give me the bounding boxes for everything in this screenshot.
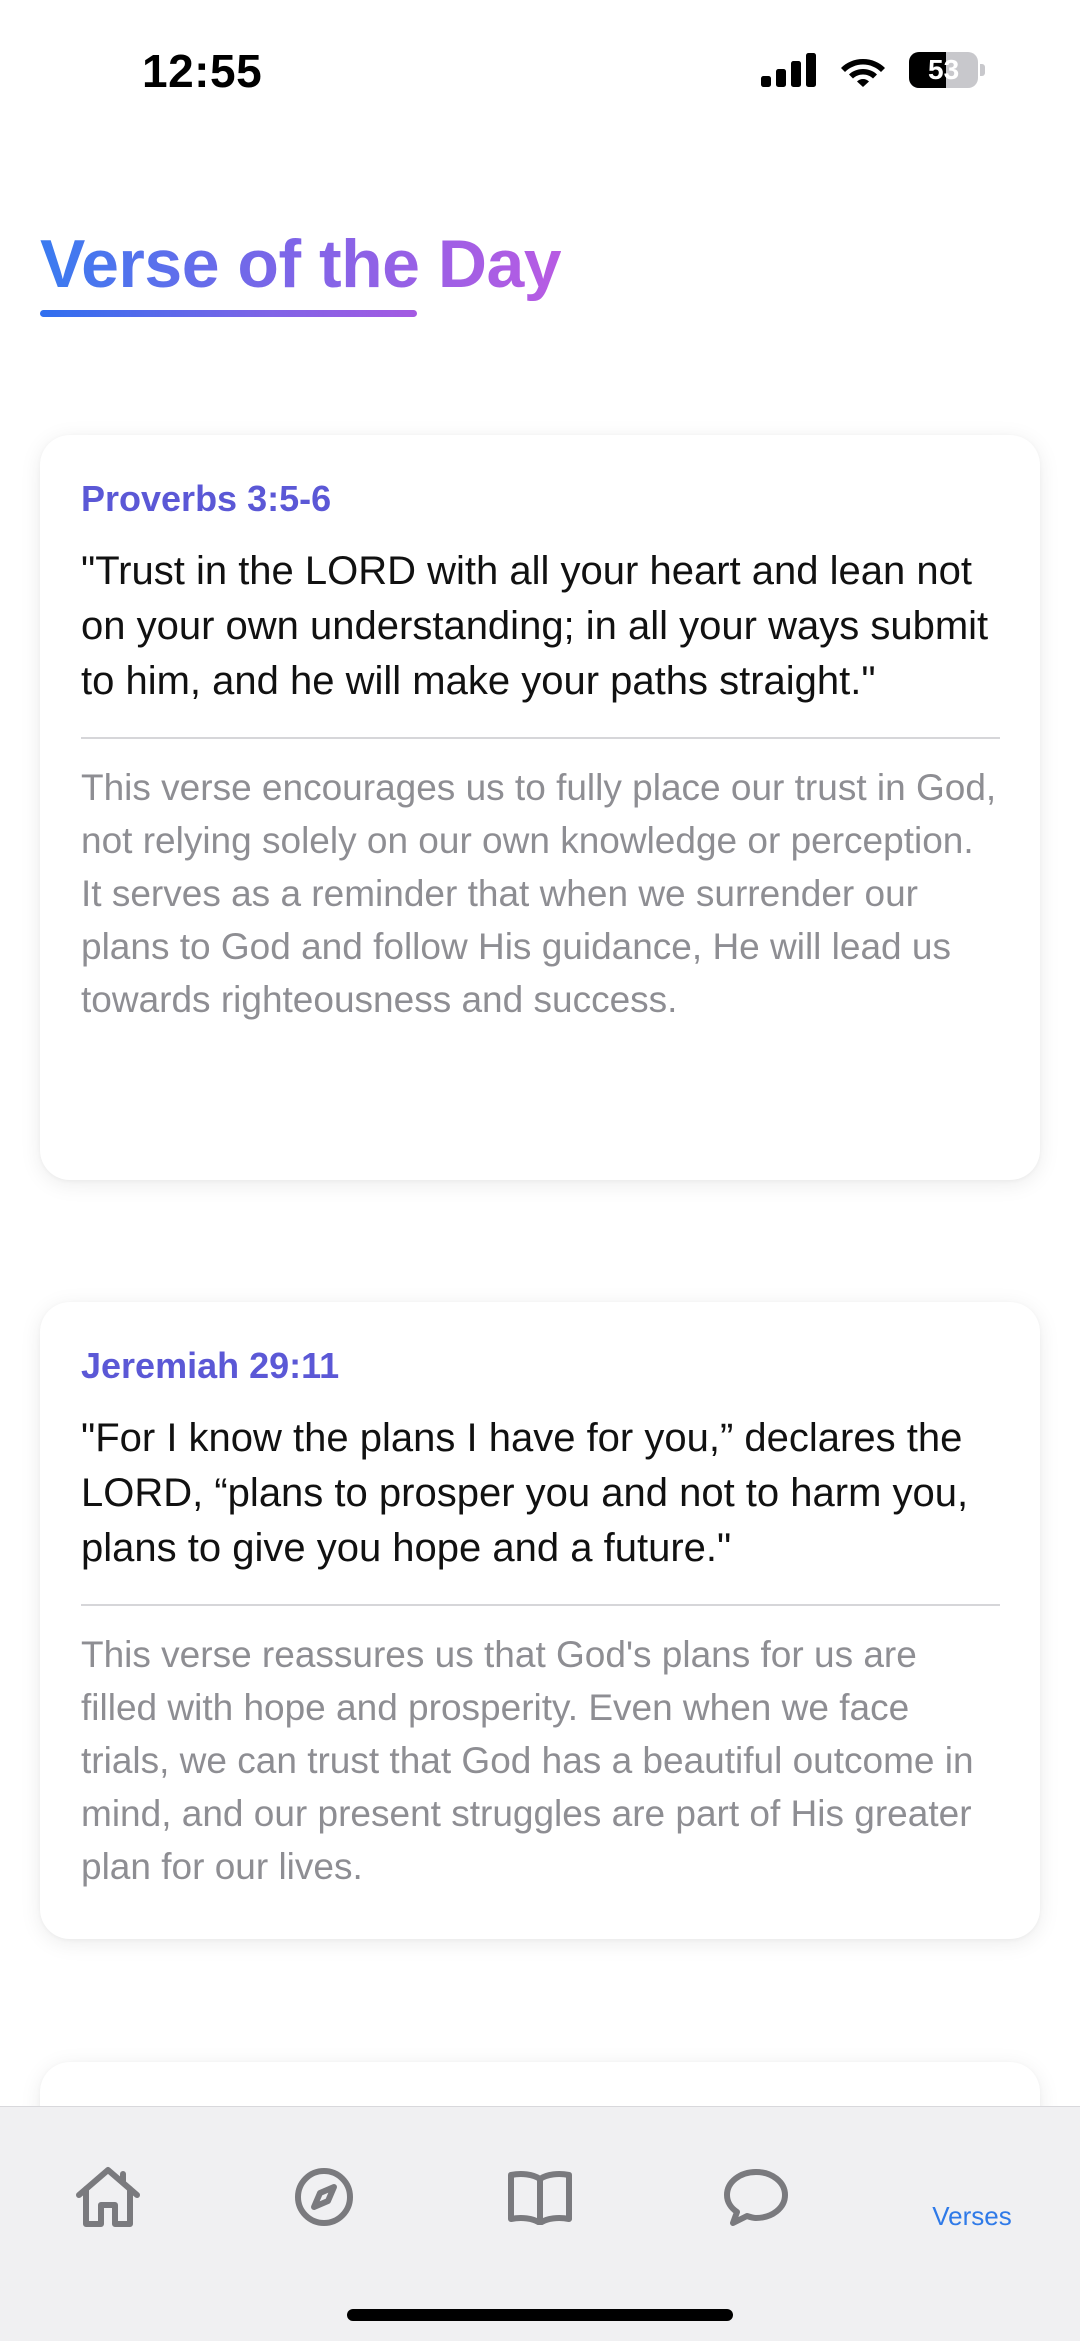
tab-verses[interactable]: Verses: [902, 2147, 1042, 2247]
home-icon: [76, 2167, 140, 2227]
chat-bubble-icon: [724, 2169, 788, 2226]
battery-cap: [980, 64, 985, 76]
tab-bible[interactable]: [470, 2147, 610, 2247]
screen: 12:55 53 Verse of the Day Proverbs 3:5-6…: [0, 0, 1080, 2341]
tab-verses-label: Verses: [932, 2200, 1012, 2231]
card-divider: [81, 1604, 1000, 1607]
verse-text: "Trust in the LORD with all your heart a…: [81, 549, 989, 704]
verse-reflection: This verse reassures us that God's plans…: [81, 1634, 974, 1888]
wifi-icon: [841, 59, 885, 87]
battery-icon: 53: [909, 52, 985, 88]
tab-home[interactable]: [38, 2147, 178, 2247]
card-divider: [81, 737, 1000, 740]
battery-body: 53: [909, 52, 979, 88]
battery-level: 53: [928, 54, 960, 85]
page-title: Verse of the Day: [40, 226, 562, 302]
tab-explore[interactable]: [254, 2147, 394, 2247]
verse-reference: Jeremiah 29:11: [81, 1345, 340, 1386]
verse-card[interactable]: Proverbs 3:5-6 "Trust in the LORD with a…: [40, 435, 1040, 1180]
cellular-signal-icon: [761, 53, 816, 87]
verse-reflection: This verse encourages us to fully place …: [81, 767, 997, 1021]
title-underline: [40, 310, 417, 317]
status-time: 12:55: [142, 45, 263, 97]
verse-card[interactable]: Jeremiah 29:11 "For I know the plans I h…: [40, 1302, 1040, 1939]
status-bar: 12:55 53: [0, 0, 1080, 140]
status-icons: 53: [761, 52, 985, 88]
tab-bar: Verses: [0, 2106, 1080, 2341]
book-icon: [508, 2171, 572, 2225]
verse-reference: Proverbs 3:5-6: [81, 478, 332, 519]
verse-text: "For I know the plans I have for you,” d…: [81, 1416, 969, 1571]
home-indicator[interactable]: [347, 2309, 733, 2321]
tab-chat[interactable]: [686, 2147, 826, 2247]
compass-icon: [295, 2168, 353, 2226]
